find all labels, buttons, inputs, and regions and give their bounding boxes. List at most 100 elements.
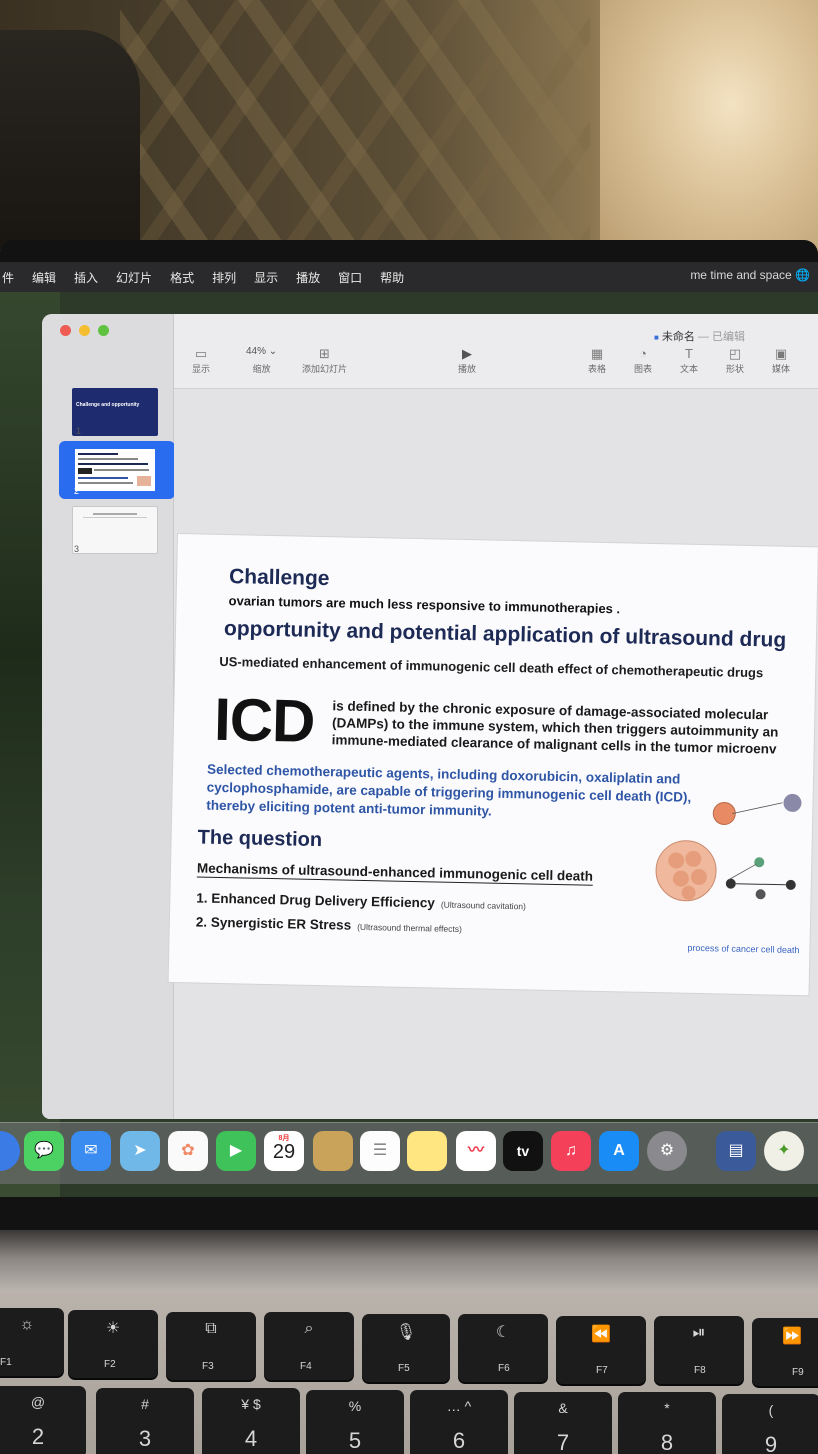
slide-number-3: 3 bbox=[74, 544, 80, 554]
menu-view[interactable]: 显示 bbox=[254, 269, 278, 286]
key-2[interactable]: @2 bbox=[0, 1386, 86, 1454]
preview-icon[interactable]: ▤ bbox=[716, 1131, 756, 1171]
f8-key[interactable]: ⏯ F8 bbox=[654, 1316, 744, 1384]
opportunity-title[interactable]: opportunity and potential application of… bbox=[224, 617, 787, 653]
document-name: 未命名 bbox=[661, 331, 695, 343]
slide-thumbnail-3[interactable] bbox=[72, 506, 158, 554]
key-3[interactable]: #3 bbox=[96, 1388, 194, 1454]
key-number: 8 bbox=[660, 1430, 674, 1454]
mechanisms-heading[interactable]: Mechanisms of ultrasound-enhanced immuno… bbox=[196, 860, 594, 886]
add-slide-button[interactable]: ⊞ 添加幻灯片 bbox=[302, 346, 347, 375]
f3-key[interactable]: ⧉ F3 bbox=[166, 1312, 256, 1380]
zoom-label: 缩放 bbox=[252, 364, 271, 374]
menu-help[interactable]: 帮助 bbox=[380, 269, 404, 286]
us-text[interactable]: US-mediated enhancement of immunogenic c… bbox=[219, 653, 818, 683]
key-number: 6 bbox=[452, 1428, 466, 1453]
chart-icon: ◔ bbox=[639, 346, 647, 361]
challenge-text[interactable]: ovarian tumors are much less responsive … bbox=[228, 593, 620, 616]
globe-icon[interactable]: 🌐 bbox=[795, 268, 810, 282]
key-number: 2 bbox=[31, 1424, 45, 1449]
freeform-icon[interactable]: 〰 bbox=[456, 1131, 496, 1171]
key-shift-symbol: * bbox=[664, 1400, 670, 1416]
play-button[interactable]: ▶ 播放 bbox=[458, 346, 476, 375]
notes-icon[interactable] bbox=[407, 1131, 447, 1171]
key-number: 4 bbox=[244, 1426, 258, 1451]
f1-key[interactable]: ☼ F1 bbox=[0, 1308, 64, 1376]
messages-icon[interactable]: 💬 bbox=[24, 1131, 64, 1171]
key-5[interactable]: % 5 bbox=[306, 1390, 404, 1454]
f2-key[interactable]: ☀ F2 bbox=[68, 1310, 158, 1378]
mission-control-icon: ⧉ bbox=[205, 1320, 217, 1337]
key-7[interactable]: & 7 bbox=[514, 1392, 612, 1454]
menu-slide[interactable]: 幻灯片 bbox=[116, 269, 152, 286]
zoom-button[interactable] bbox=[98, 325, 109, 336]
menu-edit[interactable]: 编辑 bbox=[32, 269, 56, 286]
challenge-title[interactable]: Challenge bbox=[229, 565, 330, 591]
settings-icon[interactable]: ⚙ bbox=[647, 1131, 687, 1171]
mechanism-item-note: (Ultrasound thermal effects) bbox=[357, 921, 462, 935]
maps-icon[interactable]: ➤ bbox=[120, 1131, 160, 1171]
text-button[interactable]: T 文本 bbox=[680, 346, 698, 375]
key-label: F3 bbox=[202, 1361, 214, 1372]
app-store-icon[interactable]: A bbox=[599, 1131, 639, 1171]
brightness-up-icon: ☀ bbox=[105, 1320, 121, 1337]
view-button[interactable]: ▭ 显示 bbox=[192, 346, 210, 375]
slide-thumbnail-2[interactable] bbox=[72, 446, 158, 494]
tv-icon[interactable]: tv bbox=[503, 1131, 543, 1171]
reminders-icon[interactable]: ☰ bbox=[360, 1131, 400, 1171]
add-slide-label: 添加幻灯片 bbox=[302, 364, 348, 374]
music-icon[interactable]: ♫ bbox=[551, 1131, 591, 1171]
selected-agents-text[interactable]: Selected chemotherapeutic agents, includ… bbox=[206, 761, 707, 825]
photos-icon[interactable]: ✿ bbox=[168, 1131, 208, 1171]
microphone-icon: 🎙 bbox=[395, 1324, 417, 1341]
media-icon: ▣ bbox=[774, 346, 788, 361]
close-button[interactable] bbox=[60, 325, 71, 336]
menu-file[interactable]: 件 bbox=[2, 269, 14, 286]
question-title[interactable]: The question bbox=[197, 826, 322, 852]
finder-icon[interactable] bbox=[0, 1131, 20, 1171]
menu-arrange[interactable]: 排列 bbox=[212, 269, 236, 286]
slide-thumbnail-1[interactable]: Challenge and opportunity bbox=[72, 388, 158, 436]
table-button[interactable]: ▦ 表格 bbox=[588, 346, 606, 375]
chart-button[interactable]: ◔ 图表 bbox=[634, 346, 652, 375]
f9-key[interactable]: ⏩ F9 bbox=[752, 1318, 818, 1386]
zoom-select[interactable]: 44% ⌄ 缩放 bbox=[246, 346, 277, 375]
menu-window[interactable]: 窗口 bbox=[338, 269, 362, 286]
key-4[interactable]: ¥ $ 4 bbox=[202, 1388, 300, 1454]
mail-icon[interactable]: ✉ bbox=[71, 1131, 111, 1171]
minimize-button[interactable] bbox=[79, 325, 90, 336]
key-shift-symbol: % bbox=[348, 1398, 362, 1414]
media-button[interactable]: ▣ 媒体 bbox=[772, 346, 790, 375]
f7-key[interactable]: ⏪ F7 bbox=[556, 1316, 646, 1384]
chevron-down-icon: ⌄ bbox=[268, 346, 278, 357]
menu-insert[interactable]: 插入 bbox=[74, 269, 98, 286]
f6-key[interactable]: ☾ F6 bbox=[458, 1314, 548, 1382]
icd-definition[interactable]: is defined by the chronic exposure of da… bbox=[332, 697, 818, 758]
notes-folder-icon[interactable] bbox=[313, 1131, 353, 1171]
current-slide[interactable]: Challenge ovarian tumors are much less r… bbox=[168, 534, 818, 996]
key-9[interactable]: (9 bbox=[722, 1394, 818, 1454]
facetime-icon[interactable]: ▶ bbox=[216, 1131, 256, 1171]
thumbnail-content bbox=[78, 453, 151, 486]
slide-canvas[interactable]: Challenge ovarian tumors are much less r… bbox=[168, 389, 818, 1119]
icd-heading[interactable]: ICD bbox=[213, 685, 315, 756]
icd-process-diagram[interactable] bbox=[640, 770, 814, 944]
menu-format[interactable]: 格式 bbox=[170, 269, 194, 286]
f5-key[interactable]: 🎙 F5 bbox=[362, 1314, 450, 1382]
mechanism-item-2[interactable]: 2. Synergistic ER Stress (Ultrasound ther… bbox=[196, 914, 462, 935]
key-6[interactable]: … ^ 6 bbox=[410, 1390, 508, 1454]
app-icon[interactable]: ✦ bbox=[764, 1131, 804, 1171]
mechanism-item-note: (Ultrasound cavitation) bbox=[440, 899, 527, 912]
table-label: 表格 bbox=[588, 364, 607, 374]
f4-key[interactable]: ⌕ F4 bbox=[264, 1312, 354, 1380]
key-8[interactable]: * 8 bbox=[618, 1392, 716, 1454]
fast-forward-icon: ⏩ bbox=[782, 1328, 802, 1345]
slide-navigator: Challenge and opportunity 1 2 3 bbox=[42, 314, 175, 1119]
calendar-icon[interactable]: 8月 29 bbox=[264, 1131, 304, 1171]
menu-play[interactable]: 播放 bbox=[296, 269, 320, 286]
key-shift-symbol: … ^ bbox=[446, 1398, 472, 1414]
key-number: 9 bbox=[764, 1432, 778, 1454]
shape-button[interactable]: ◰ 形状 bbox=[726, 346, 744, 375]
mechanism-item-1[interactable]: 1. Enhanced Drug Delivery Efficiency (Ult… bbox=[196, 890, 526, 912]
rewind-icon: ⏪ bbox=[591, 1326, 611, 1343]
